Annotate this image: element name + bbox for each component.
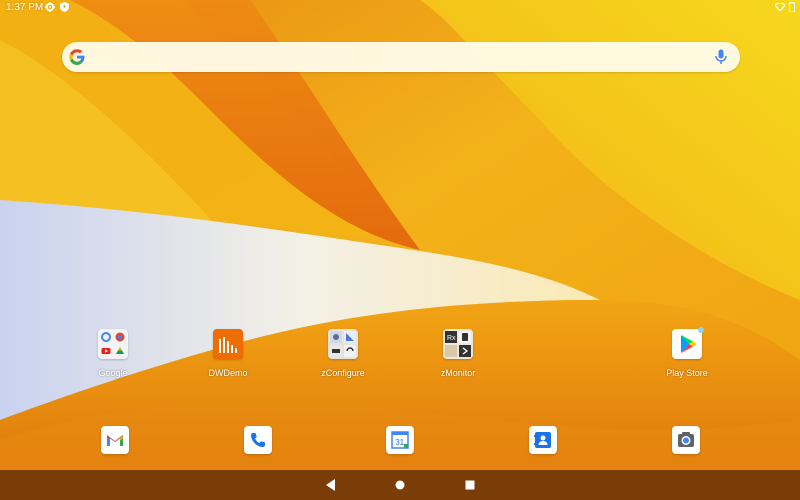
play-store-icon bbox=[672, 329, 702, 359]
recents-icon[interactable] bbox=[464, 478, 476, 492]
google-folder-icon bbox=[98, 329, 128, 359]
app-google-folder[interactable]: Google bbox=[73, 329, 153, 381]
svg-text:Rx: Rx bbox=[447, 335, 456, 342]
app-dwdemo[interactable]: DWDemo bbox=[188, 329, 268, 381]
mic-icon[interactable] bbox=[714, 49, 728, 65]
navigation-bar bbox=[0, 470, 800, 500]
app-label: Google bbox=[98, 368, 128, 378]
gear-icon bbox=[45, 2, 55, 12]
dock-gmail[interactable] bbox=[101, 426, 129, 454]
dock-calendar[interactable]: 31 bbox=[386, 426, 414, 454]
search-bar[interactable] bbox=[62, 42, 740, 72]
status-bar: 1:37 PM bbox=[0, 0, 800, 16]
app-label: zConfigure bbox=[321, 368, 365, 378]
wifi-icon bbox=[775, 3, 785, 11]
status-time: 1:37 PM bbox=[6, 2, 44, 13]
calendar-date: 31 bbox=[395, 438, 404, 447]
dwdemo-icon bbox=[213, 329, 243, 359]
battery-icon bbox=[789, 2, 795, 12]
camera-icon bbox=[678, 432, 694, 447]
google-g-icon[interactable] bbox=[68, 48, 86, 66]
dock-contacts[interactable] bbox=[529, 426, 557, 454]
contacts-icon bbox=[534, 432, 551, 448]
app-label: zMonitor bbox=[440, 368, 476, 378]
app-zmonitor[interactable]: Rx zMonitor bbox=[418, 329, 498, 381]
app-play-store[interactable]: Play Store bbox=[647, 327, 727, 381]
app-zconfigure[interactable]: zConfigure bbox=[303, 329, 383, 381]
notification-badge bbox=[698, 327, 704, 333]
wallpaper bbox=[0, 0, 800, 500]
calendar-icon: 31 bbox=[391, 431, 409, 449]
dock-phone[interactable] bbox=[244, 426, 272, 454]
app-label: Play Store bbox=[666, 368, 708, 378]
back-icon[interactable] bbox=[325, 478, 337, 492]
app-label: DWDemo bbox=[208, 368, 248, 378]
phone-icon bbox=[251, 433, 265, 447]
zconfigure-icon bbox=[328, 329, 358, 359]
shield-icon bbox=[60, 2, 69, 12]
zmonitor-icon: Rx bbox=[443, 329, 473, 359]
home-icon[interactable] bbox=[394, 478, 406, 492]
dock-camera[interactable] bbox=[672, 426, 700, 454]
gmail-icon bbox=[107, 435, 123, 446]
